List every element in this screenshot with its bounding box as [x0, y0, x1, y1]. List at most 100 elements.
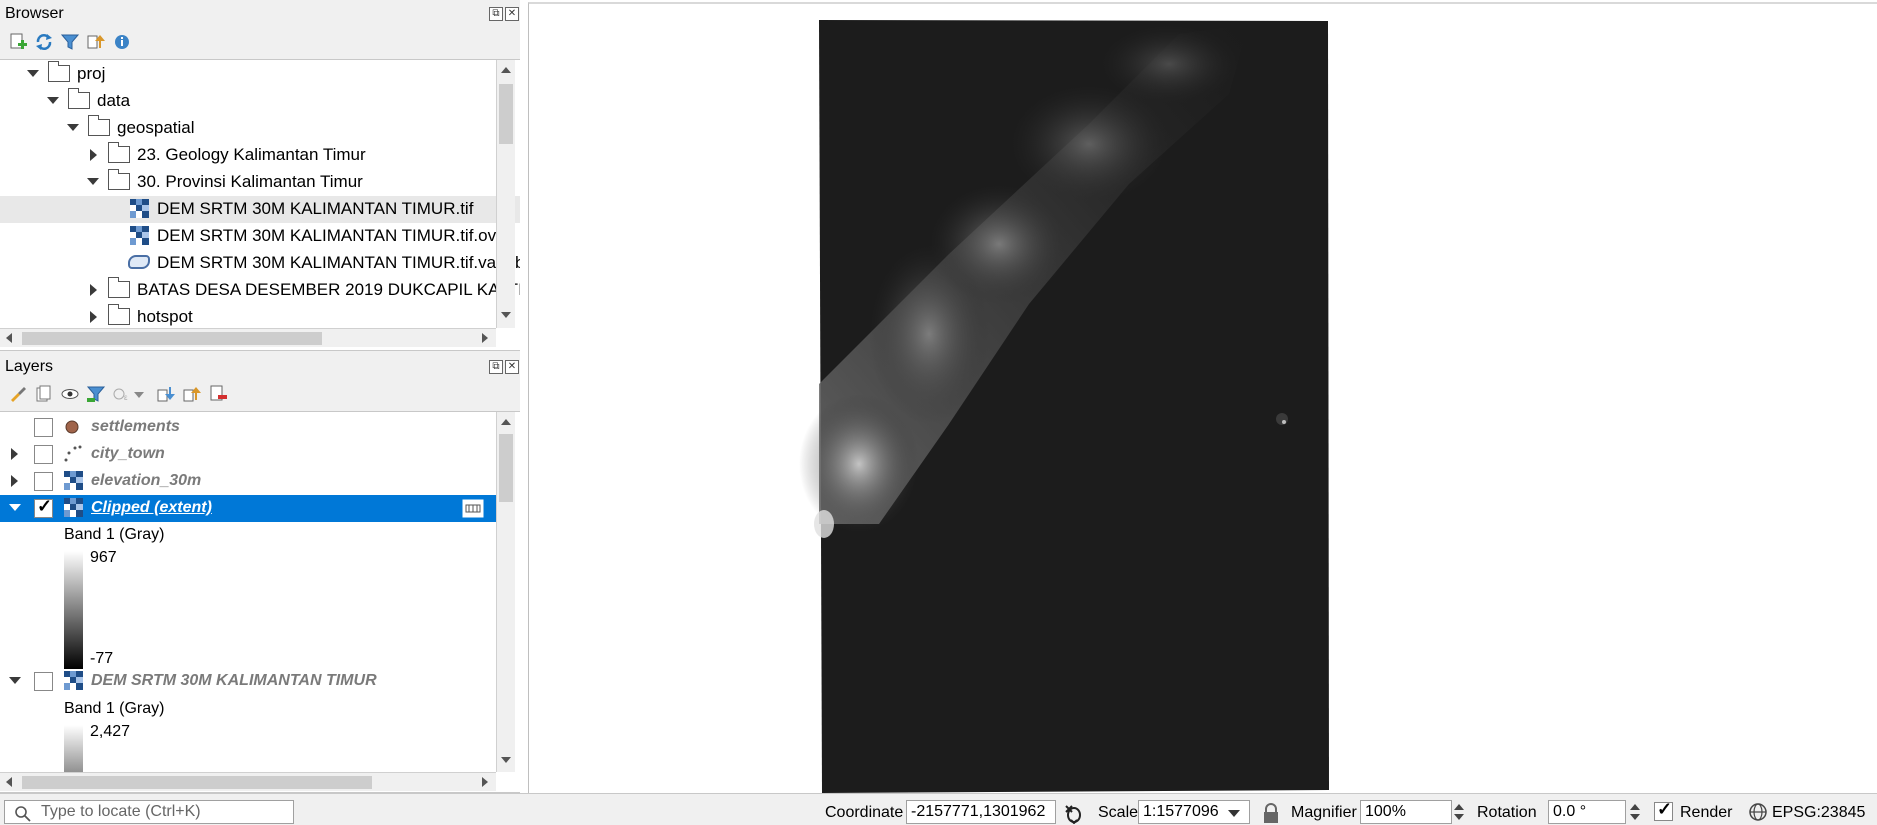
rotation-field[interactable]: 0.0 ° — [1548, 800, 1626, 824]
rotation-spinbox-icon[interactable] — [1628, 800, 1640, 824]
expander-icon[interactable] — [27, 70, 39, 77]
point-icon — [65, 420, 79, 434]
layer-visibility-checkbox[interactable] — [34, 445, 53, 464]
expander-icon[interactable] — [47, 97, 59, 104]
legend-band-label: Band 1 (Gray) — [64, 526, 165, 543]
style-brush-icon[interactable] — [8, 384, 28, 404]
layer-elevation-30m[interactable]: elevation_30m — [0, 468, 520, 495]
search-icon — [15, 806, 31, 822]
close-panel-button[interactable]: ✕ — [505, 360, 519, 374]
scroll-right-icon[interactable] — [482, 333, 488, 343]
map-canvas[interactable] — [528, 2, 1877, 794]
layer-settlements[interactable]: settlements — [0, 414, 520, 441]
tree-item-data[interactable]: data — [0, 88, 520, 115]
browser-horizontal-scrollbar[interactable] — [0, 328, 496, 347]
scroll-left-icon[interactable] — [6, 333, 12, 343]
expander-icon[interactable] — [87, 178, 99, 185]
scroll-down-icon[interactable] — [501, 757, 511, 763]
layer-label: DEM SRTM 30M KALIMANTAN TIMUR — [91, 672, 377, 689]
raster-icon — [130, 199, 149, 218]
expander-icon[interactable] — [90, 149, 97, 161]
folder-icon — [87, 115, 110, 136]
scale-dropdown-icon[interactable] — [1228, 810, 1240, 817]
layer-dem-srtm[interactable]: DEM SRTM 30M KALIMANTAN TIMUR — [0, 668, 520, 695]
expander-icon[interactable] — [90, 311, 97, 323]
coordinate-label: Coordinate — [825, 804, 904, 821]
browser-panel-title: Browser — [5, 5, 64, 22]
tree-item-geology[interactable]: 23. Geology Kalimantan Timur — [0, 142, 520, 169]
filter-icon[interactable] — [60, 32, 80, 52]
locator-search-input[interactable]: Type to locate (Ctrl+K) — [4, 800, 294, 824]
crs-globe-icon[interactable] — [1748, 802, 1768, 822]
collapse-all-icon[interactable] — [182, 384, 202, 404]
close-panel-button[interactable]: ✕ — [505, 7, 519, 21]
browser-vertical-scrollbar[interactable] — [496, 60, 515, 328]
scroll-left-icon[interactable] — [6, 777, 12, 787]
expander-icon[interactable] — [9, 504, 21, 511]
expander-icon[interactable] — [67, 124, 79, 131]
magnifier-label: Magnifier — [1291, 804, 1357, 821]
expander-icon[interactable] — [11, 448, 18, 460]
scroll-right-icon[interactable] — [482, 777, 488, 787]
layer-city-town[interactable]: city_town — [0, 441, 520, 468]
expand-all-icon[interactable] — [156, 384, 176, 404]
layers-panel: Layers ⧉ ✕ ε settlements city_town eleva… — [0, 352, 520, 793]
dropdown-arrow-icon[interactable] — [134, 392, 144, 398]
remove-layer-icon[interactable] — [208, 384, 228, 404]
layer-visibility-checkbox[interactable] — [34, 472, 53, 491]
expander-icon[interactable] — [90, 284, 97, 296]
magnifier-spinbox-icon[interactable] — [1452, 800, 1464, 824]
layer-label: Clipped (extent) — [91, 499, 212, 516]
add-group-icon[interactable] — [34, 384, 54, 404]
lock-scale-icon[interactable] — [1262, 802, 1280, 824]
float-panel-button[interactable]: ⧉ — [489, 7, 503, 21]
embedded-widget-icon[interactable] — [462, 499, 484, 518]
scrollbar-thumb[interactable] — [499, 434, 513, 502]
add-layer-icon[interactable] — [8, 32, 28, 52]
scroll-up-icon[interactable] — [501, 419, 511, 425]
tree-item-proj[interactable]: proj — [0, 61, 520, 88]
expander-icon[interactable] — [11, 475, 18, 487]
scrollbar-thumb[interactable] — [22, 332, 322, 345]
crs-label[interactable]: EPSG:23845 — [1772, 804, 1865, 822]
expander-icon[interactable] — [9, 677, 21, 684]
legend-color-ramp — [64, 551, 83, 669]
scale-label: Scale — [1098, 804, 1139, 821]
tree-item-dem-tif[interactable]: DEM SRTM 30M KALIMANTAN TIMUR.tif — [0, 196, 520, 223]
toggle-extents-icon[interactable] — [1062, 802, 1084, 824]
layer-clipped-extent[interactable]: Clipped (extent) — [0, 495, 496, 522]
tree-item-provinsi[interactable]: 30. Provinsi Kalimantan Timur — [0, 169, 520, 196]
scrollbar-thumb[interactable] — [22, 776, 372, 789]
filter-expression-icon[interactable]: ε — [112, 384, 132, 404]
layer-label: city_town — [91, 445, 165, 462]
scrollbar-thumb[interactable] — [499, 84, 513, 144]
scroll-up-icon[interactable] — [501, 67, 511, 73]
tree-item-hotspot[interactable]: hotspot — [0, 304, 520, 331]
refresh-icon[interactable] — [34, 32, 54, 52]
coordinate-field[interactable]: -2157771,1301962 — [906, 800, 1056, 824]
scroll-down-icon[interactable] — [501, 312, 511, 318]
tree-item-geospatial[interactable]: geospatial — [0, 115, 520, 142]
tree-item-dem-vat[interactable]: DEM SRTM 30M KALIMANTAN TIMUR.tif.vat.db… — [0, 250, 520, 277]
visibility-eye-icon[interactable] — [60, 384, 80, 404]
info-icon[interactable] — [112, 32, 132, 52]
float-panel-button[interactable]: ⧉ — [489, 360, 503, 374]
tree-item-label: BATAS DESA DESEMBER 2019 DUKCAPIL KALTIM — [137, 280, 520, 299]
render-checkbox[interactable] — [1654, 799, 1673, 821]
collapse-all-icon[interactable] — [86, 32, 106, 52]
legend-max-value: 967 — [90, 549, 117, 566]
layers-vertical-scrollbar[interactable] — [496, 412, 515, 772]
magnifier-field[interactable]: 100% — [1360, 800, 1452, 824]
tree-item-label: geospatial — [117, 118, 195, 137]
status-bar: Type to locate (Ctrl+K) Coordinate -2157… — [0, 793, 1877, 825]
multipoint-icon — [64, 445, 82, 462]
layer-visibility-checkbox[interactable] — [34, 672, 53, 691]
render-label: Render — [1680, 804, 1733, 821]
layers-horizontal-scrollbar[interactable] — [0, 772, 496, 791]
folder-icon — [107, 304, 130, 325]
layer-visibility-checkbox[interactable] — [34, 418, 53, 437]
tree-item-batas-desa[interactable]: BATAS DESA DESEMBER 2019 DUKCAPIL KALTIM — [0, 277, 520, 304]
filter-legend-icon[interactable] — [86, 384, 106, 404]
tree-item-dem-ovr[interactable]: DEM SRTM 30M KALIMANTAN TIMUR.tif.ovr — [0, 223, 520, 250]
layer-visibility-checkbox[interactable] — [34, 496, 53, 518]
